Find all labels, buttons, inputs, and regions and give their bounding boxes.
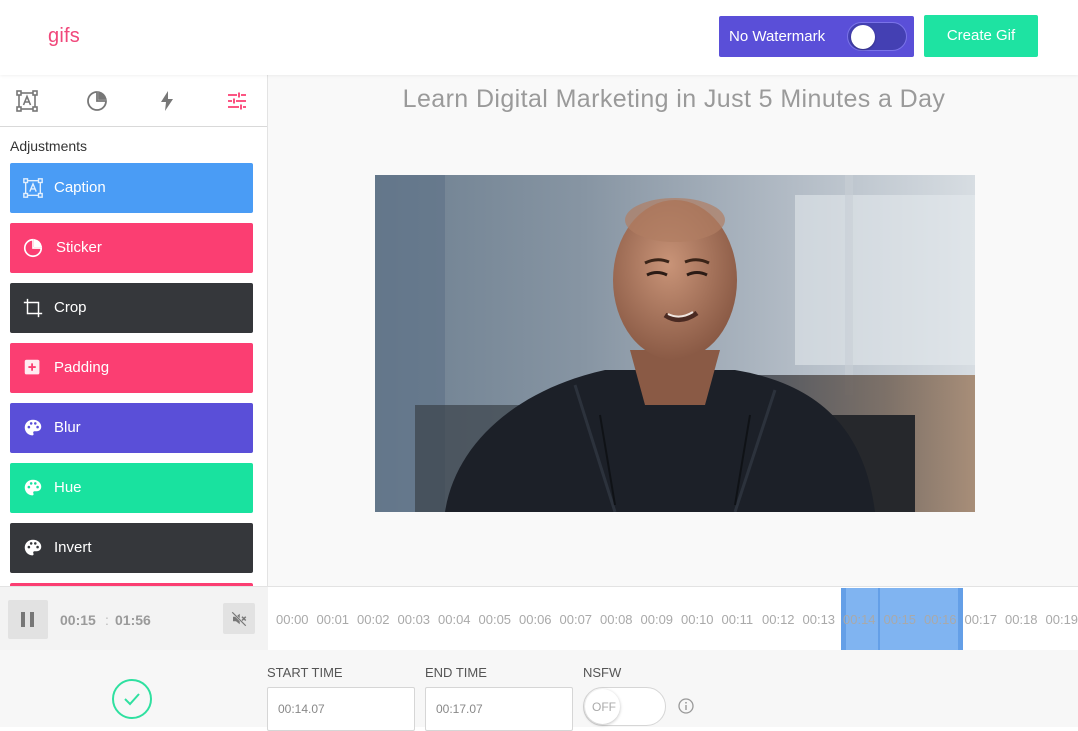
- pause-button[interactable]: [8, 600, 48, 639]
- caption-frame-icon: [22, 177, 44, 199]
- caption-button[interactable]: Caption: [10, 163, 253, 213]
- timeline[interactable]: 00:00 00:01 00:02 00:03 00:04 00:05 00:06 00:07…: [268, 586, 1078, 650]
- tab-caption[interactable]: [15, 89, 39, 113]
- start-time-label: START TIME: [267, 665, 343, 680]
- caption-frame-icon: [15, 100, 39, 117]
- sliders-icon: [225, 100, 249, 117]
- info-icon[interactable]: [678, 698, 694, 714]
- invert-button[interactable]: Invert: [10, 523, 253, 573]
- end-time-label: END TIME: [425, 665, 487, 680]
- timeline-tick: 00:07: [560, 612, 593, 627]
- pause-icon: [21, 612, 25, 627]
- sticker-icon: [85, 100, 109, 117]
- plus-square-icon: [22, 357, 44, 379]
- lightning-icon: [155, 100, 179, 117]
- nsfw-label: NSFW: [583, 665, 621, 680]
- player-controls: 00:15 : 01:56: [0, 586, 268, 650]
- padding-label: Padding: [54, 359, 109, 376]
- watermark-toggle[interactable]: [847, 22, 907, 51]
- video-title: Learn Digital Marketing in Just 5 Minute…: [268, 85, 1078, 114]
- invert-label: Invert: [54, 539, 92, 556]
- hue-button[interactable]: Hue: [10, 463, 253, 513]
- caption-label: Caption: [54, 179, 106, 196]
- timeline-tick: 00:08: [600, 612, 633, 627]
- video-preview[interactable]: [375, 175, 975, 512]
- bottom-panel: START TIME END TIME NSFW OFF: [0, 650, 1078, 727]
- palette-icon: [22, 417, 44, 439]
- sticker-icon: [22, 237, 44, 259]
- end-time-input[interactable]: [425, 687, 573, 731]
- palette-icon: [22, 477, 44, 499]
- watermark-toggle-knob: [851, 25, 875, 49]
- logo[interactable]: gifs: [48, 25, 80, 48]
- timeline-tick: 00:05: [479, 612, 512, 627]
- padding-button[interactable]: Padding: [10, 343, 253, 393]
- top-header: gifs No Watermark Create Gif: [0, 0, 1078, 75]
- nsfw-state: OFF: [592, 700, 616, 714]
- sticker-button[interactable]: Sticker: [10, 223, 253, 273]
- crop-icon: [22, 297, 44, 319]
- timeline-tick: 00:15: [884, 612, 917, 627]
- crop-label: Crop: [54, 299, 87, 316]
- create-gif-button[interactable]: Create Gif: [924, 15, 1038, 57]
- tool-tabs: [0, 75, 267, 127]
- crop-button[interactable]: Crop: [10, 283, 253, 333]
- start-time-input[interactable]: [267, 687, 415, 731]
- mute-button[interactable]: [223, 603, 255, 634]
- timeline-tick: 00:04: [438, 612, 471, 627]
- time-separator: :: [105, 612, 109, 628]
- nsfw-toggle[interactable]: OFF: [583, 687, 666, 726]
- adjustments-heading: Adjustments: [10, 138, 87, 154]
- selection-playhead[interactable]: [878, 588, 880, 650]
- timeline-tick: 00:16: [924, 612, 957, 627]
- timeline-tick: 00:01: [317, 612, 350, 627]
- current-time: 00:15: [60, 612, 96, 628]
- timeline-tick: 00:18: [1005, 612, 1038, 627]
- timeline-tick: 00:13: [803, 612, 836, 627]
- sticker-label: Sticker: [56, 239, 102, 256]
- total-time: 01:56: [115, 612, 151, 628]
- palette-icon: [22, 537, 44, 559]
- timeline-tick: 00:17: [965, 612, 998, 627]
- hue-label: Hue: [54, 479, 82, 496]
- timeline-tick: 00:11: [722, 612, 754, 627]
- pause-icon: [30, 612, 34, 627]
- timeline-tick: 00:09: [641, 612, 674, 627]
- tab-sticker[interactable]: [85, 89, 109, 113]
- timeline-tick: 00:19: [1046, 612, 1078, 627]
- sidebar: Adjustments Caption Sticker Crop: [0, 75, 268, 586]
- timeline-tick: 00:10: [681, 612, 714, 627]
- timeline-tick: 00:02: [357, 612, 390, 627]
- tab-effects[interactable]: [155, 89, 179, 113]
- preview-area: Learn Digital Marketing in Just 5 Minute…: [268, 75, 1078, 586]
- timeline-tick: 00:06: [519, 612, 552, 627]
- no-watermark-label: No Watermark: [729, 28, 825, 45]
- timeline-tick: 00:00: [276, 612, 309, 627]
- confirm-button[interactable]: [112, 679, 152, 719]
- timeline-tick: 00:14: [843, 612, 876, 627]
- timeline-tick: 00:03: [398, 612, 431, 627]
- selection-end-handle[interactable]: [958, 588, 963, 650]
- blur-label: Blur: [54, 419, 81, 436]
- tab-adjustments[interactable]: [225, 89, 249, 113]
- no-watermark-button[interactable]: No Watermark: [719, 16, 914, 57]
- blur-button[interactable]: Blur: [10, 403, 253, 453]
- timeline-tick: 00:12: [762, 612, 795, 627]
